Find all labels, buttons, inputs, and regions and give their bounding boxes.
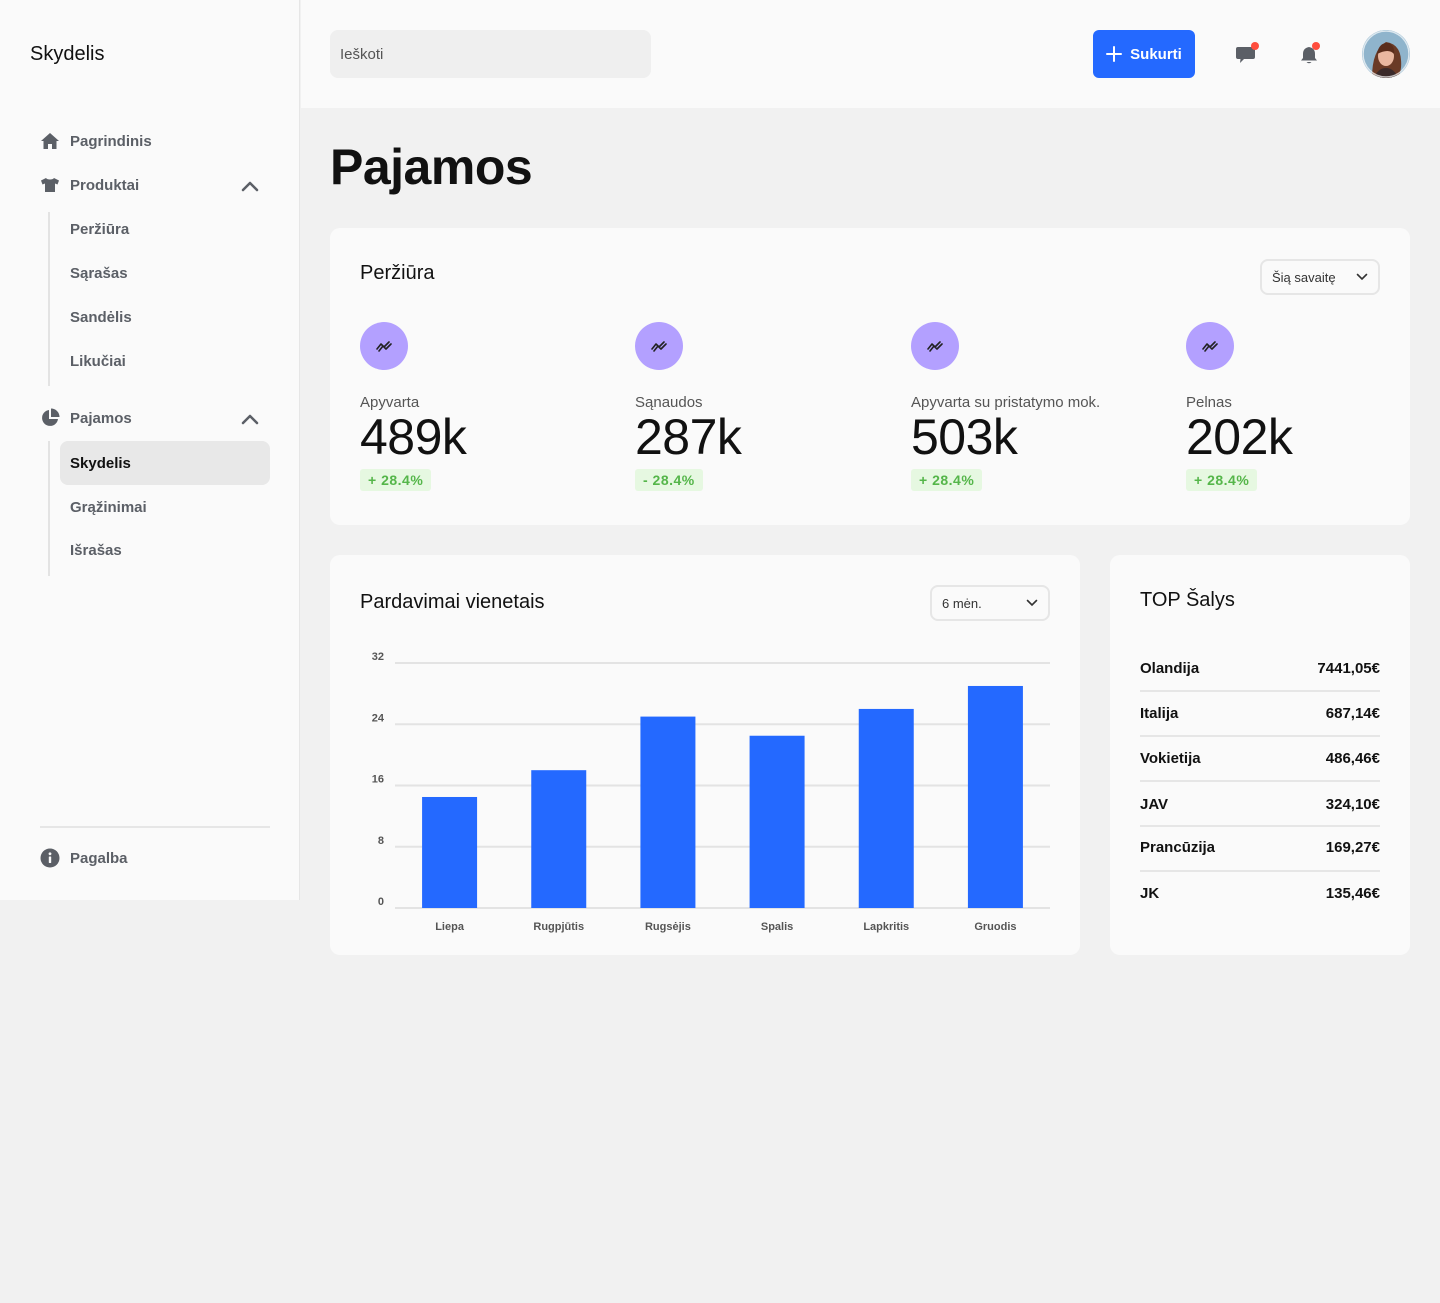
y-tick-label: 0 — [378, 896, 384, 908]
bar[interactable] — [640, 716, 696, 908]
sidebar-subitem-overview[interactable]: Peržiūra — [70, 218, 129, 240]
sidebar-subitem-list[interactable]: Sąrašas — [70, 262, 128, 284]
chevron-up-icon[interactable] — [240, 409, 260, 429]
stat-turnover-delivery: Apyvarta su pristatymo mok. 503k + 28.4% — [911, 322, 1171, 491]
home-icon — [40, 131, 60, 151]
bar[interactable] — [749, 735, 805, 908]
create-button[interactable]: Sukurti — [1093, 30, 1195, 78]
sales-bar-chart: 32 24 16 8 0 Liepa Rugpjūtis Rugsėjis Spalis Lapk… — [372, 651, 1050, 933]
avatar[interactable] — [1362, 30, 1410, 78]
sidebar-subitem-returns[interactable]: Grąžinimai — [70, 496, 147, 518]
country-name: Prancūzija — [1140, 838, 1216, 856]
country-amount: 135,46€ — [1325, 884, 1380, 902]
row-divider — [1140, 825, 1380, 827]
page-title: Pajamos — [330, 139, 533, 195]
trend-icon — [1186, 322, 1234, 370]
create-button-label: Sukurti — [1130, 45, 1182, 63]
stat-value: 287k — [635, 409, 742, 465]
country-name: Olandija — [1140, 659, 1200, 677]
bell-icon[interactable] — [1296, 40, 1324, 68]
country-name: JK — [1140, 884, 1160, 902]
trend-icon — [635, 322, 683, 370]
submenu-line — [48, 441, 50, 576]
messages-icon[interactable] — [1233, 40, 1261, 68]
trend-icon — [360, 322, 408, 370]
stat-change-badge: + 28.4% — [1186, 469, 1258, 491]
bar[interactable] — [967, 685, 1023, 908]
country-name: Italija — [1140, 704, 1179, 722]
sidebar-item-label: Produktai — [70, 176, 140, 194]
submenu-line — [48, 212, 50, 386]
period-select[interactable]: Šią savaitę — [1260, 259, 1380, 295]
stat-costs: Sąnaudos 287k - 28.4% — [635, 322, 875, 491]
x-tick-label: Lapkritis — [863, 921, 909, 933]
stat-profit: Pelnas 202k + 28.4% — [1186, 322, 1386, 491]
chevron-down-icon — [1356, 273, 1368, 281]
period-select-value: Šią savaitę — [1272, 269, 1336, 285]
y-tick-label: 32 — [372, 651, 384, 663]
country-amount: 687,14€ — [1325, 704, 1380, 722]
info-icon — [40, 848, 60, 868]
stat-value: 202k — [1186, 409, 1293, 465]
bar[interactable] — [422, 796, 478, 908]
trend-icon — [911, 322, 959, 370]
pie-chart-icon — [40, 408, 60, 428]
y-tick-label: 8 — [378, 835, 384, 847]
stat-change-badge: + 28.4% — [360, 469, 432, 491]
sidebar-divider — [40, 826, 270, 828]
bar[interactable] — [858, 708, 914, 908]
country-row: Italija 687,14€ — [1140, 702, 1380, 724]
stat-value: 489k — [360, 409, 467, 465]
x-tick-label: Rugpjūtis — [533, 921, 584, 933]
row-divider — [1140, 780, 1380, 782]
country-name: JAV — [1140, 795, 1169, 813]
sidebar-item-label: Pajamos — [70, 409, 132, 427]
row-divider — [1140, 870, 1380, 872]
chevron-up-icon[interactable] — [240, 176, 260, 196]
sidebar-item-label: Pagrindinis — [70, 132, 152, 150]
sidebar: Skydelis Pagrindinis Produktai Peržiūra … — [0, 0, 300, 900]
bar[interactable] — [531, 770, 587, 908]
country-amount: 324,10€ — [1325, 795, 1380, 813]
sidebar-subitem-dashboard[interactable]: Skydelis — [60, 441, 270, 485]
y-tick-label: 16 — [372, 774, 384, 786]
sidebar-subitem-statement[interactable]: Išrašas — [70, 539, 122, 561]
x-tick-label: Gruodis — [974, 921, 1016, 933]
row-divider — [1140, 735, 1380, 737]
country-name: Vokietija — [1140, 749, 1201, 767]
stat-turnover: Apyvarta 489k + 28.4% — [360, 322, 600, 491]
country-amount: 486,46€ — [1325, 749, 1380, 767]
row-divider — [1140, 690, 1380, 692]
country-row: Olandija 7441,05€ — [1140, 657, 1380, 679]
x-tick-label: Liepa — [435, 921, 465, 933]
brand-title: Skydelis — [30, 43, 105, 65]
stat-change-badge: - 28.4% — [635, 469, 703, 491]
sidebar-subitem-stock[interactable]: Likučiai — [70, 350, 126, 372]
sidebar-subitem-warehouse[interactable]: Sandėlis — [70, 306, 132, 328]
stat-value: 503k — [911, 409, 1018, 465]
stat-change-badge: + 28.4% — [911, 469, 983, 491]
sidebar-item-help[interactable]: Pagalba — [40, 846, 128, 870]
overview-title: Peržiūra — [360, 262, 435, 284]
sidebar-item-revenue[interactable]: Pajamos — [40, 406, 132, 430]
shirt-icon — [40, 175, 60, 195]
sidebar-item-home[interactable]: Pagrindinis — [40, 129, 152, 153]
sidebar-item-label: Pagalba — [70, 849, 128, 867]
plus-icon — [1106, 46, 1123, 62]
country-row: JAV 324,10€ — [1140, 793, 1380, 815]
sidebar-item-products[interactable]: Produktai — [40, 173, 139, 197]
countries-title: TOP Šalys — [1140, 589, 1235, 611]
search-input[interactable] — [330, 30, 651, 78]
y-tick-label: 24 — [372, 712, 385, 724]
x-tick-label: Spalis — [761, 921, 793, 933]
country-row: Prancūzija 169,27€ — [1140, 836, 1380, 858]
country-row: JK 135,46€ — [1140, 882, 1380, 904]
x-tick-label: Rugsėjis — [645, 921, 691, 933]
country-amount: 169,27€ — [1325, 838, 1380, 856]
country-row: Vokietija 486,46€ — [1140, 747, 1380, 769]
country-amount: 7441,05€ — [1317, 659, 1380, 677]
